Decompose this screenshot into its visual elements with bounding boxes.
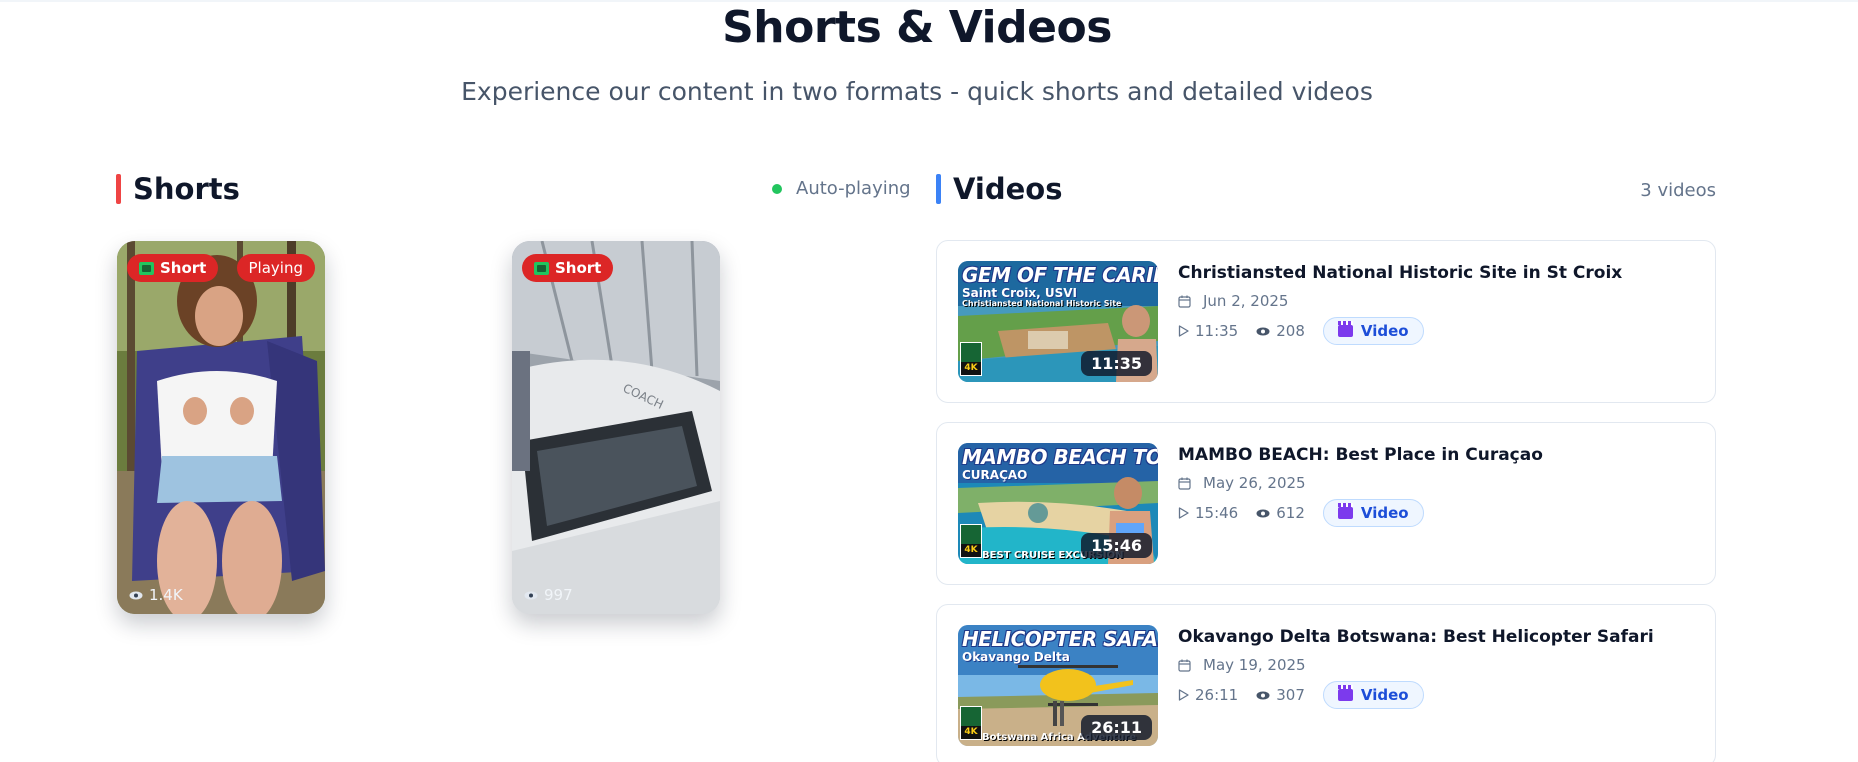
video-card[interactable]: GEM OF THE CARIBBEAN! Saint Croix, USVI … <box>936 240 1716 403</box>
video-duration: 26:11 <box>1178 686 1238 704</box>
video-views-text: 307 <box>1276 686 1305 704</box>
video-title[interactable]: MAMBO BEACH: Best Place in Curaçao <box>1178 445 1543 465</box>
clapperboard-icon <box>534 261 549 275</box>
video-thumbnail[interactable]: GEM OF THE CARIBBEAN! Saint Croix, USVI … <box>958 261 1158 382</box>
video-views: 307 <box>1256 686 1305 704</box>
video-type-label: Video <box>1360 504 1409 522</box>
short-views: 997 <box>524 586 573 604</box>
video-views-text: 208 <box>1276 322 1305 340</box>
videos-accent-bar <box>936 174 941 204</box>
video-views: 208 <box>1256 322 1305 340</box>
video-views: 612 <box>1256 504 1305 522</box>
clapperboard-icon <box>139 261 154 275</box>
duration-badge: 15:46 <box>1081 533 1152 558</box>
play-icon <box>1178 325 1189 337</box>
video-date: May 26, 2025 <box>1178 474 1306 492</box>
status-dot-icon <box>772 183 782 194</box>
channel-logo-icon: 4K <box>960 706 982 740</box>
thumbnail-subheadline: Saint Croix, USVI <box>962 286 1078 300</box>
shorts-title: Shorts <box>133 172 240 206</box>
short-badge-label: Short <box>160 259 207 277</box>
short-card[interactable]: COACH Short 997 <box>512 241 720 614</box>
video-meta: 15:46 612 Video <box>1178 499 1424 527</box>
video-duration-text: 11:35 <box>1195 322 1239 340</box>
page-subtitle: Experience our content in two formats - … <box>461 77 1373 106</box>
calendar-icon <box>1178 295 1191 308</box>
thumbnail-subheadline: CURAÇAO <box>962 468 1028 482</box>
video-date-text: Jun 2, 2025 <box>1203 292 1289 310</box>
short-views-count: 997 <box>544 586 573 604</box>
video-type-label: Video <box>1360 686 1409 704</box>
thumbnail-subheadline: Okavango Delta <box>962 650 1070 664</box>
short-card[interactable]: Short Playing 1.4K <box>117 241 325 614</box>
video-thumbnail[interactable]: HELICOPTER SAFARI! Okavango Delta Botswa… <box>958 625 1158 746</box>
thumbnail-headline: HELICOPTER SAFARI! <box>962 627 1158 651</box>
short-badge: Short <box>522 254 614 282</box>
playing-badge: Playing <box>236 254 315 282</box>
clapperboard-icon <box>1337 685 1353 701</box>
shorts-heading: Shorts <box>116 172 240 206</box>
video-meta: 26:11 307 Video <box>1178 681 1424 709</box>
eye-icon <box>1256 509 1270 517</box>
video-count: 3 videos <box>1640 180 1716 201</box>
play-icon <box>1178 689 1189 701</box>
video-duration-text: 26:11 <box>1195 686 1239 704</box>
thumbnail-headline: MAMBO BEACH TOUR! <box>962 445 1158 469</box>
calendar-icon <box>1178 659 1191 672</box>
video-type-label: Video <box>1360 322 1409 340</box>
autoplay-indicator: Auto-playing <box>772 178 911 199</box>
clapperboard-icon <box>1337 503 1353 519</box>
eye-icon <box>1256 691 1270 699</box>
video-thumbnail[interactable]: MAMBO BEACH TOUR! CURAÇAO BEST CRUISE EX… <box>958 443 1158 564</box>
duration-badge: 26:11 <box>1081 715 1152 740</box>
video-date-text: May 26, 2025 <box>1203 474 1306 492</box>
eye-icon <box>524 591 538 599</box>
video-card[interactable]: MAMBO BEACH TOUR! CURAÇAO BEST CRUISE EX… <box>936 422 1716 585</box>
short-badge-label: Short <box>555 259 602 277</box>
calendar-icon <box>1178 477 1191 490</box>
thumbnail-headline: GEM OF THE CARIBBEAN! <box>962 263 1158 287</box>
video-card[interactable]: HELICOPTER SAFARI! Okavango Delta Botswa… <box>936 604 1716 762</box>
short-views-count: 1.4K <box>149 586 183 604</box>
video-type-badge: Video <box>1322 499 1424 527</box>
video-date: May 19, 2025 <box>1178 656 1306 674</box>
thumbnail-caption: Christiansted National Historic Site <box>962 299 1122 308</box>
video-type-badge: Video <box>1322 317 1424 345</box>
video-date: Jun 2, 2025 <box>1178 292 1288 310</box>
video-title[interactable]: Okavango Delta Botswana: Best Helicopter… <box>1178 627 1654 647</box>
eye-icon <box>1256 327 1270 335</box>
video-meta: 11:35 208 Video <box>1178 317 1424 345</box>
videos-title: Videos <box>953 172 1063 206</box>
video-duration-text: 15:46 <box>1195 504 1239 522</box>
clapperboard-icon <box>1337 321 1353 337</box>
duration-badge: 11:35 <box>1081 351 1152 376</box>
short-thumbnail: COACH <box>512 241 720 614</box>
video-type-badge: Video <box>1322 681 1424 709</box>
video-date-text: May 19, 2025 <box>1203 656 1306 674</box>
channel-logo-icon: 4K <box>960 524 982 558</box>
shorts-accent-bar <box>116 174 121 204</box>
channel-logo-icon: 4K <box>960 342 982 376</box>
video-views-text: 612 <box>1276 504 1305 522</box>
short-badge: Short <box>127 254 219 282</box>
video-duration: 15:46 <box>1178 504 1238 522</box>
videos-heading: Videos <box>936 172 1063 206</box>
short-thumbnail <box>117 241 325 614</box>
video-duration: 11:35 <box>1178 322 1238 340</box>
play-icon <box>1178 507 1189 519</box>
page-title: Shorts & Videos <box>722 2 1112 53</box>
autoplay-label: Auto-playing <box>796 178 911 199</box>
short-views: 1.4K <box>129 586 183 604</box>
video-title[interactable]: Christiansted National Historic Site in … <box>1178 263 1622 283</box>
eye-icon <box>129 591 143 599</box>
